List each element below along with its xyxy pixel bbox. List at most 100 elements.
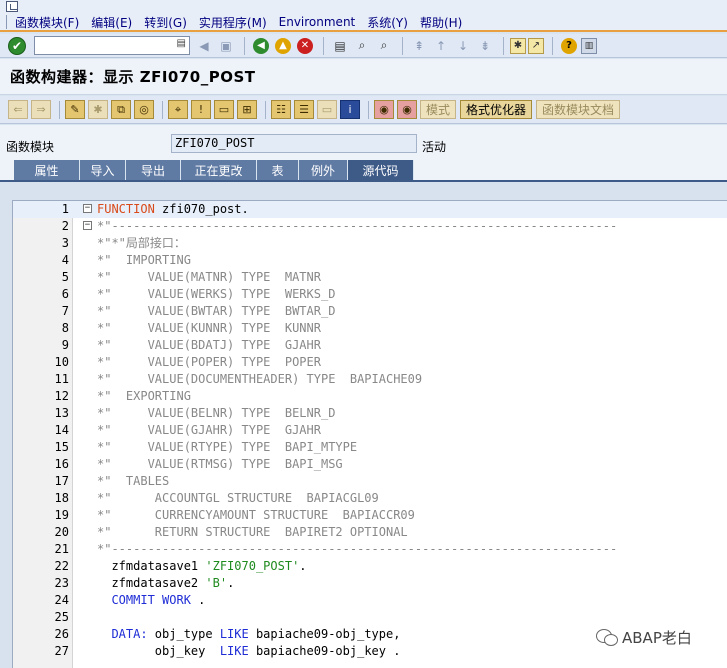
menu-separator bbox=[6, 15, 7, 29]
help-icon[interactable]: ? bbox=[559, 37, 579, 55]
standard-toolbar: ✔ ◀ ▣ ◀ ▲ ✕ ▤ ⌕ ⌕ ⇞ ↑ ↓ ⇟ ✱ ↗ ? ▥ bbox=[0, 34, 727, 58]
tab-attributes[interactable]: 属性 bbox=[14, 160, 80, 181]
external-breakpoint-icon[interactable]: ◉ bbox=[397, 100, 417, 119]
line-number: 5 bbox=[61, 270, 69, 284]
code-line[interactable]: 21 *"------------------------------------… bbox=[13, 541, 727, 558]
line-number: 2 bbox=[61, 219, 69, 233]
line-number: 23 bbox=[54, 576, 69, 590]
layout-menu-icon[interactable]: ▥ bbox=[581, 37, 597, 54]
code-text: *" VALUE(GJAHR) TYPE GJAHR bbox=[97, 423, 321, 437]
find-next-icon[interactable]: ⌕ bbox=[374, 37, 394, 55]
code-line[interactable]: 24 COMMIT WORK . bbox=[13, 592, 727, 609]
code-line[interactable]: 5 *" VALUE(MATNR) TYPE MATNR bbox=[13, 269, 727, 286]
tab-exceptions[interactable]: 例外 bbox=[299, 160, 348, 181]
check-syntax-icon[interactable]: ◎ bbox=[134, 100, 154, 119]
line-number: 15 bbox=[54, 440, 69, 454]
code-line[interactable]: 14 *" VALUE(GJAHR) TYPE GJAHR bbox=[13, 422, 727, 439]
code-line[interactable]: 19 *" CURRENCYAMOUNT STRUCTURE BAPIACCR09 bbox=[13, 507, 727, 524]
pretty-printer-button[interactable]: 格式优化器 bbox=[460, 100, 533, 119]
back-arrow-icon[interactable]: ◀ bbox=[251, 37, 271, 55]
menu-function-module[interactable]: 函数模块(F) bbox=[15, 14, 79, 31]
code-line[interactable]: 13 *" VALUE(BELNR) TYPE BELNR_D bbox=[13, 405, 727, 422]
function-module-name-field[interactable]: ZFI070_POST bbox=[171, 134, 417, 153]
find-icon[interactable]: ⌕ bbox=[352, 37, 372, 55]
command-input[interactable] bbox=[35, 37, 175, 54]
tab-label: 正在更改 bbox=[194, 164, 243, 178]
test-icon[interactable]: ▭ bbox=[214, 100, 234, 119]
code-line[interactable]: 17 *" TABLES bbox=[13, 473, 727, 490]
information-icon[interactable]: i bbox=[340, 100, 360, 119]
menu-utilities[interactable]: 实用程序(M) bbox=[199, 14, 267, 31]
previous-page-icon[interactable]: ↑ bbox=[431, 37, 451, 55]
forward-arrow-icon[interactable]: ⇒ bbox=[31, 100, 51, 119]
code-line[interactable]: 18 *" ACCOUNTGL STRUCTURE BAPIACGL09 bbox=[13, 490, 727, 507]
fold-toggle-icon[interactable]: − bbox=[83, 221, 92, 230]
code-line[interactable]: 4 *" IMPORTING bbox=[13, 252, 727, 269]
code-line[interactable]: 7 *" VALUE(BWTAR) TYPE BWTAR_D bbox=[13, 303, 727, 320]
code-line[interactable]: 11 *" VALUE(DOCUMENTHEADER) TYPE BAPIACHE… bbox=[13, 371, 727, 388]
print-icon[interactable]: ▤ bbox=[330, 37, 350, 55]
sap-window-icon[interactable] bbox=[6, 1, 18, 12]
code-line[interactable]: 22 zfmdatasave1 'ZFI070_POST'. bbox=[13, 558, 727, 575]
code-text: *" VALUE(WERKS) TYPE WERKS_D bbox=[97, 287, 336, 301]
code-line[interactable]: 8 *" VALUE(KUNNR) TYPE KUNNR bbox=[13, 320, 727, 337]
menu-environment[interactable]: Environment bbox=[279, 15, 356, 29]
toolbar-separator bbox=[503, 36, 504, 55]
code-line[interactable]: 10 *" VALUE(POPER) TYPE POPER bbox=[13, 354, 727, 371]
line-number: 21 bbox=[54, 542, 69, 556]
new-session-icon[interactable]: ✱ bbox=[510, 37, 526, 54]
function-module-doc-button[interactable]: 函数模块文档 bbox=[536, 100, 621, 119]
back-history-icon[interactable]: ◀ bbox=[194, 37, 214, 55]
mode-button[interactable]: 模式 bbox=[420, 100, 457, 119]
other-object-icon[interactable]: ✱ bbox=[88, 100, 108, 119]
tab-import[interactable]: 导入 bbox=[80, 160, 126, 181]
code-line[interactable]: 6 *" VALUE(WERKS) TYPE WERKS_D bbox=[13, 286, 727, 303]
watermark-text: ABAP老白 bbox=[622, 628, 692, 647]
hierarchy-icon[interactable]: ⊞ bbox=[237, 100, 257, 119]
activate-icon[interactable]: ⧉ bbox=[111, 100, 131, 119]
code-area[interactable]: 1− FUNCTION zfi070_post. 2− *"-------------… bbox=[13, 201, 727, 660]
fold-toggle-icon[interactable]: − bbox=[83, 204, 92, 213]
check-icon[interactable]: ✔ bbox=[8, 36, 26, 55]
last-page-icon[interactable]: ⇟ bbox=[475, 37, 495, 55]
code-line[interactable]: 3 *"*"局部接口： bbox=[13, 235, 727, 252]
cancel-icon[interactable]: ✕ bbox=[295, 37, 315, 55]
code-line[interactable]: 9 *" VALUE(BDATJ) TYPE GJAHR bbox=[13, 337, 727, 354]
menu-edit[interactable]: 编辑(E) bbox=[91, 14, 132, 31]
breakpoint-icon[interactable]: ◉ bbox=[374, 100, 394, 119]
exit-icon[interactable]: ▲ bbox=[273, 37, 293, 55]
display-object-icon[interactable]: ☰ bbox=[294, 100, 314, 119]
menu-help[interactable]: 帮助(H) bbox=[420, 14, 462, 31]
line-number: 11 bbox=[54, 372, 69, 386]
code-line[interactable]: 12 *" EXPORTING bbox=[13, 388, 727, 405]
abap-source-editor[interactable]: 1− FUNCTION zfi070_post. 2− *"-------------… bbox=[12, 200, 727, 668]
tab-label: 例外 bbox=[310, 164, 335, 178]
tab-changing[interactable]: 正在更改 bbox=[181, 160, 257, 181]
info-icon[interactable]: ! bbox=[191, 100, 211, 119]
window-icon[interactable]: ▭ bbox=[317, 100, 337, 119]
shortcut-icon[interactable]: ↗ bbox=[528, 37, 544, 54]
display-change-icon[interactable]: ✎ bbox=[65, 100, 85, 119]
object-list-icon[interactable]: ☷ bbox=[271, 100, 291, 119]
tab-tables[interactable]: 表 bbox=[257, 160, 299, 181]
line-number: 16 bbox=[54, 457, 69, 471]
code-line[interactable]: 15 *" VALUE(RTYPE) TYPE BAPI_MTYPE bbox=[13, 439, 727, 456]
code-line[interactable]: 1 − FUNCTION zfi070_post. bbox=[13, 201, 727, 218]
command-field[interactable] bbox=[34, 36, 190, 55]
next-page-icon[interactable]: ↓ bbox=[453, 37, 473, 55]
code-line[interactable]: 16 *" VALUE(RTMSG) TYPE BAPI_MSG bbox=[13, 456, 727, 473]
first-page-icon[interactable]: ⇞ bbox=[409, 37, 429, 55]
code-line[interactable]: 23 zfmdatasave2 'B'. bbox=[13, 575, 727, 592]
tab-export[interactable]: 导出 bbox=[126, 160, 181, 181]
save-icon[interactable]: ▣ bbox=[216, 37, 236, 55]
code-line[interactable]: 20 *" RETURN STRUCTURE BAPIRET2 OPTIONAL bbox=[13, 524, 727, 541]
line-number: 22 bbox=[54, 559, 69, 573]
menu-system[interactable]: 系统(Y) bbox=[367, 14, 408, 31]
back-arrow-icon[interactable]: ⇐ bbox=[8, 100, 28, 119]
where-used-icon[interactable]: ⌖ bbox=[168, 100, 188, 119]
tab-label: 源代码 bbox=[362, 164, 399, 178]
menu-goto[interactable]: 转到(G) bbox=[144, 14, 187, 31]
code-line[interactable]: 2 − *"------------------------------------… bbox=[13, 218, 727, 235]
code-text: *" VALUE(KUNNR) TYPE KUNNR bbox=[97, 321, 321, 335]
tab-source-code[interactable]: 源代码 bbox=[348, 160, 414, 181]
